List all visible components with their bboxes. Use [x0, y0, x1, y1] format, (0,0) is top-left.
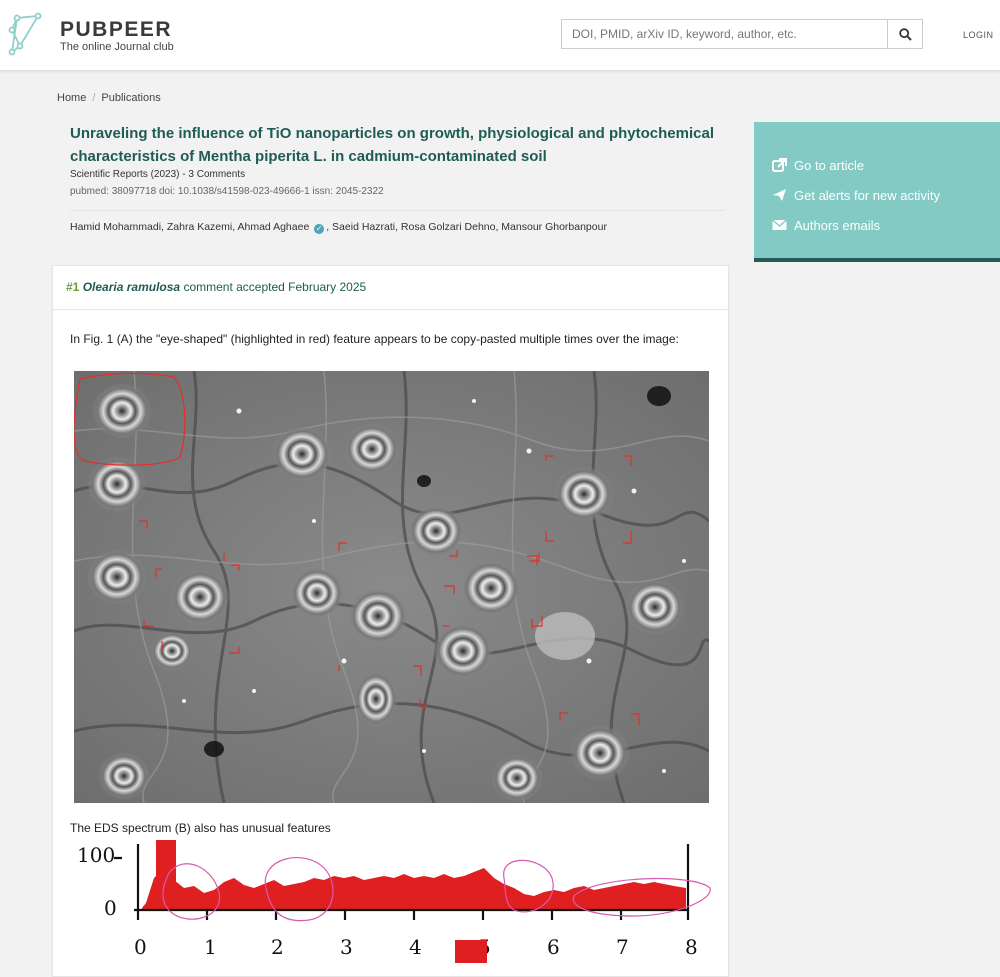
authors-emails-link[interactable]: Authors emails [754, 210, 1000, 240]
external-link-icon [772, 158, 787, 172]
verified-check-icon: ✓ [314, 224, 325, 234]
go-to-article-label: Go to article [794, 157, 865, 173]
get-alerts-link[interactable]: Get alerts for new activity [754, 180, 1000, 210]
login-link[interactable]: LOGIN [963, 30, 994, 40]
journal-line: Scientific Reports (2023) - 3 Comments [70, 169, 246, 180]
get-alerts-label: Get alerts for new activity [794, 187, 940, 203]
eds-x-tick-7: 7 [616, 935, 629, 959]
comment-meta: #1 Olearia ramulosa comment accepted Feb… [66, 280, 366, 294]
search-box [561, 19, 923, 49]
publication-ids: pubmed: 38097718 doi: 10.1038/s41598-023… [70, 186, 384, 197]
eds-x-tick-3: 3 [340, 935, 353, 959]
breadcrumb: Home / Publications [57, 92, 161, 104]
comment-card: #1 Olearia ramulosa comment accepted Feb… [52, 265, 729, 977]
eds-x-tick-2: 2 [271, 935, 284, 959]
paper-plane-icon [773, 189, 786, 201]
envelope-icon [772, 219, 787, 230]
breadcrumb-home[interactable]: Home [57, 92, 86, 104]
go-to-article-link[interactable]: Go to article [754, 150, 1000, 180]
figure-red-marker [455, 940, 487, 963]
divider [70, 210, 725, 211]
eds-x-tick-1: 1 [204, 935, 217, 959]
top-navbar: PUBPEER The online Journal club LOGIN [0, 0, 1000, 71]
eds-x-tick-4: 4 [409, 935, 422, 959]
authors-emails-label: Authors emails [794, 217, 880, 233]
comment-number[interactable]: #1 [66, 280, 79, 294]
eds-x-tick-8: 8 [685, 935, 698, 959]
comment-author[interactable]: Olearia ramulosa [83, 280, 180, 294]
comment-text-1: In Fig. 1 (A) the "eye-shaped" (highligh… [70, 332, 679, 346]
search-input[interactable] [562, 20, 888, 48]
figure-eds-spectrum[interactable]: 100 0 0 1 2 3 4 5 6 7 8 [74, 838, 714, 963]
article-actions-panel: Go to article Get alerts for new activit… [754, 122, 1000, 262]
publication-title[interactable]: Unraveling the influence of TiO nanopart… [70, 122, 730, 168]
brand-tagline: The online Journal club [60, 41, 174, 53]
breadcrumb-publications[interactable]: Publications [101, 92, 160, 104]
comment-header: #1 Olearia ramulosa comment accepted Feb… [53, 266, 728, 310]
figure-microscopy-image[interactable] [74, 371, 709, 803]
eds-y-tick-0: 0 [104, 896, 117, 920]
search-button[interactable] [887, 20, 922, 48]
brand-name[interactable]: PUBPEER [60, 18, 172, 42]
eds-x-tick-0: 0 [134, 935, 147, 959]
search-icon [898, 27, 912, 41]
comment-text-2: The EDS spectrum (B) also has unusual fe… [70, 821, 331, 835]
comment-status: comment accepted February 2025 [183, 280, 367, 294]
authors-part-1[interactable]: Hamid Mohammadi, Zahra Kazemi, Ahmad Agh… [70, 221, 309, 233]
eds-x-tick-6: 6 [547, 935, 560, 959]
pubpeer-logo-icon[interactable] [8, 12, 42, 56]
breadcrumb-separator: / [92, 92, 96, 104]
author-list: Hamid Mohammadi, Zahra Kazemi, Ahmad Agh… [70, 221, 607, 234]
eds-y-tick-100: 100 [77, 843, 115, 867]
authors-part-2[interactable]: , Saeid Hazrati, Rosa Golzari Dehno, Man… [326, 221, 607, 233]
